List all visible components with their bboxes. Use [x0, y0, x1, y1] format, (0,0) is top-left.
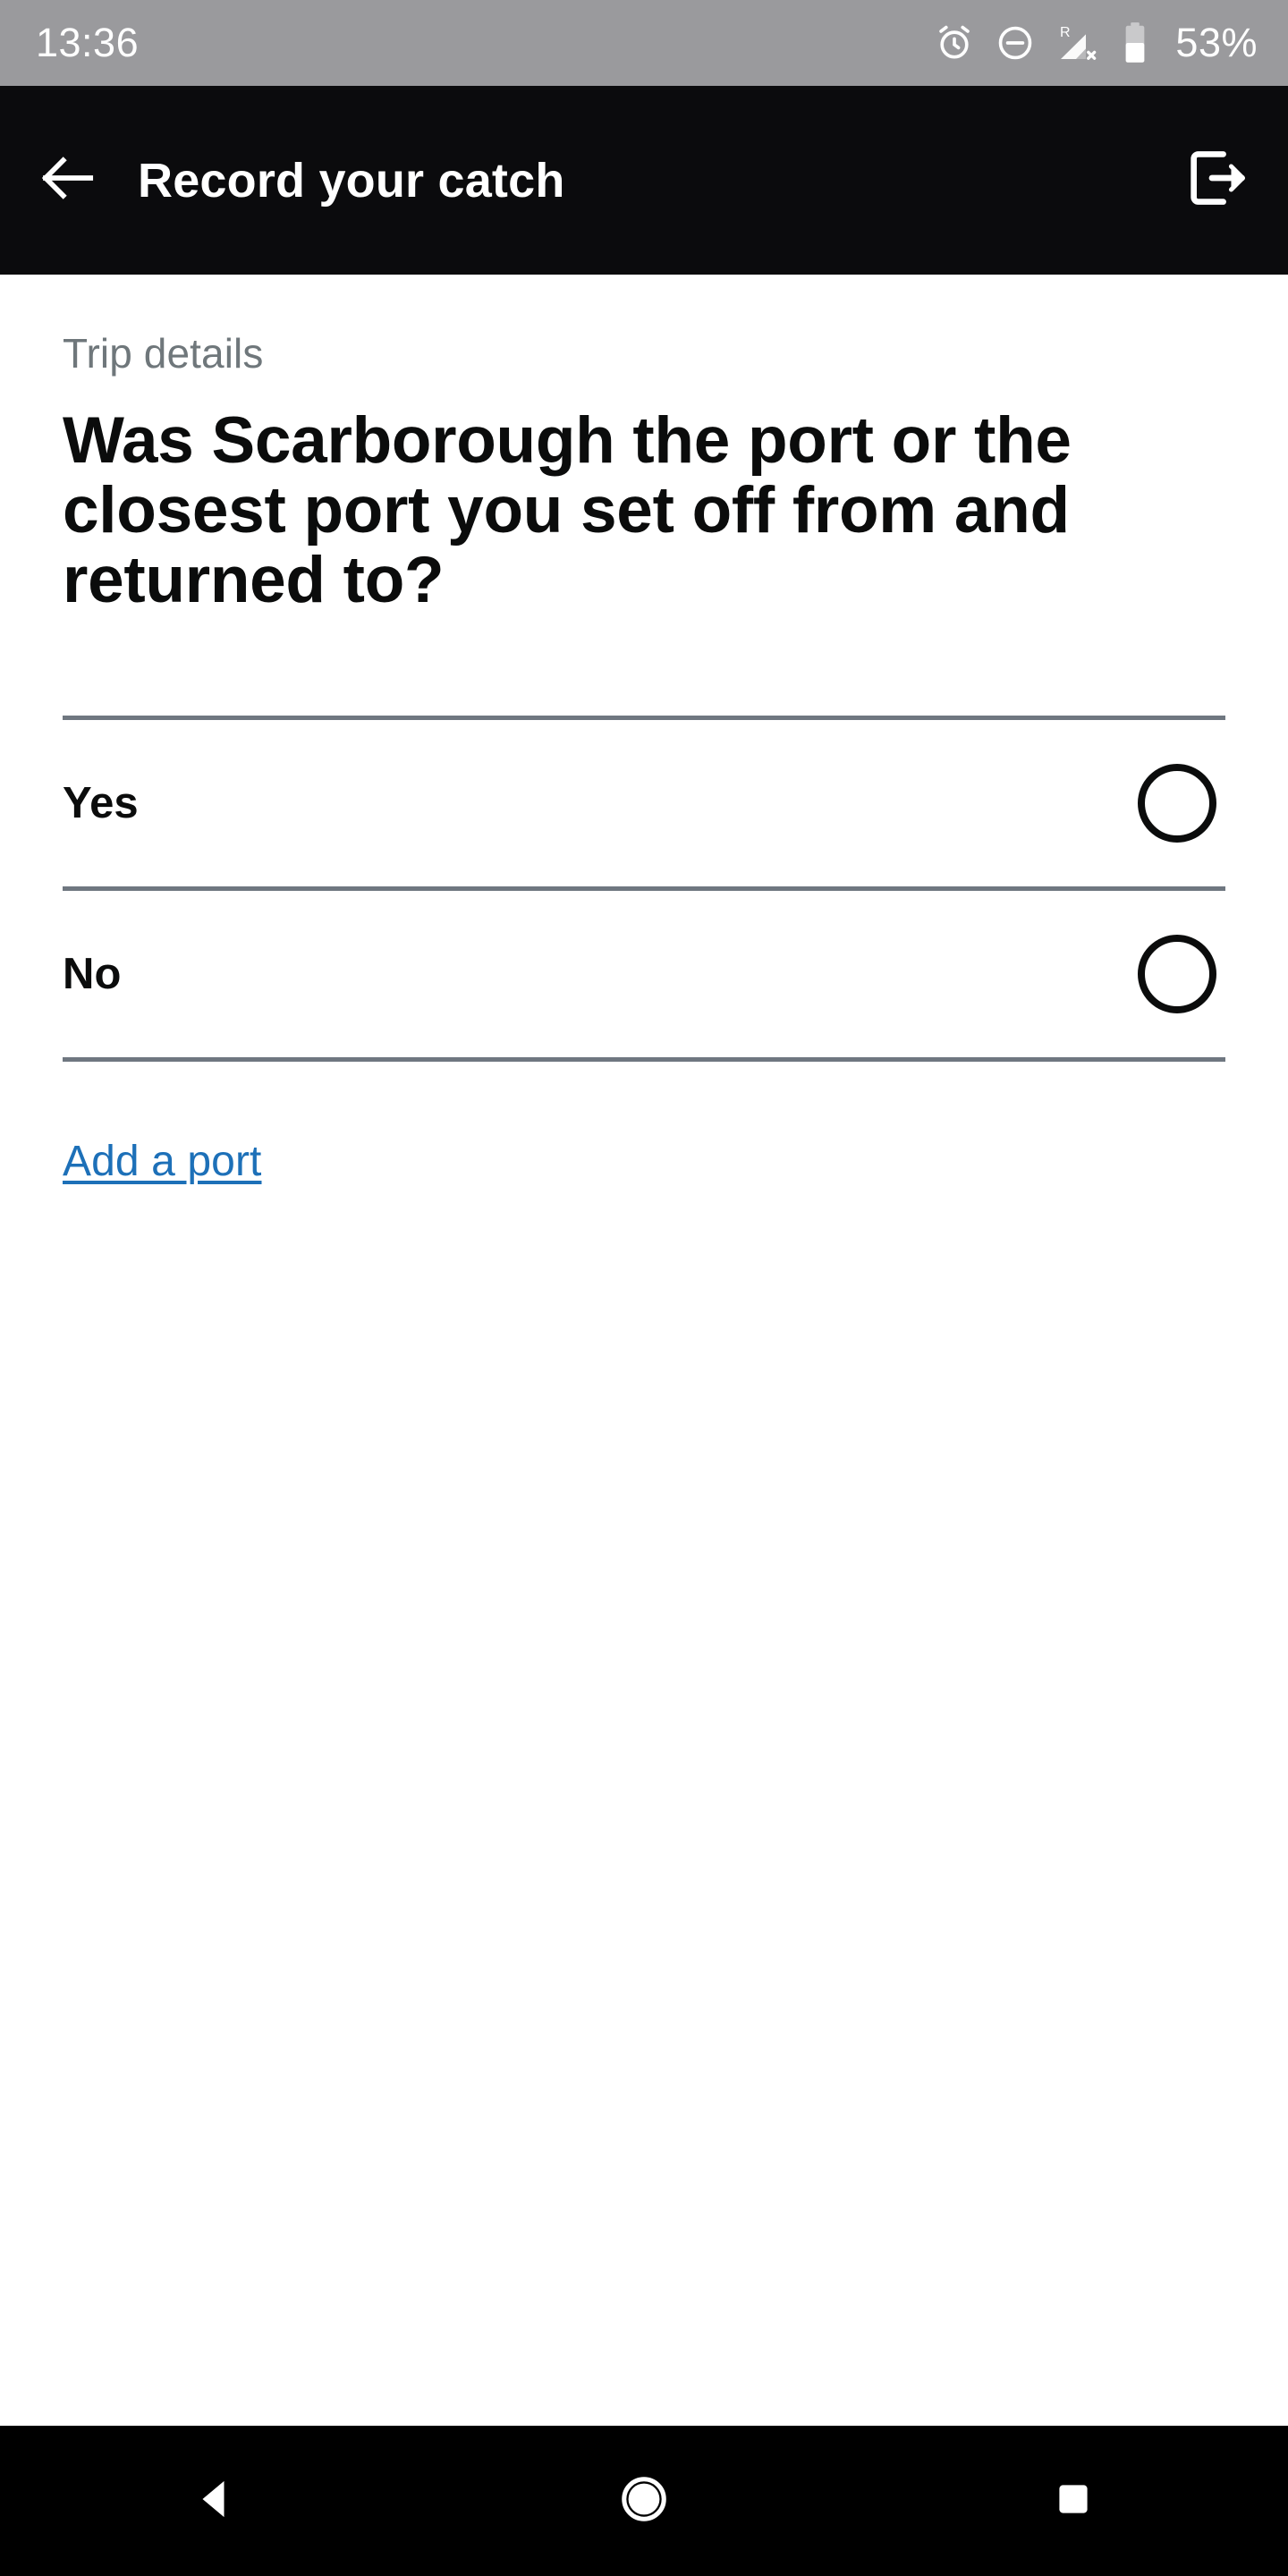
radio-option-no[interactable]: No	[63, 891, 1225, 1057]
nav-home-button[interactable]	[555, 2426, 733, 2576]
back-arrow-icon	[34, 145, 100, 216]
add-port-wrapper: Add a port	[63, 1137, 1225, 1186]
status-bar: 13:36 R 53%	[0, 0, 1288, 86]
radio-option-yes[interactable]: Yes	[63, 720, 1225, 886]
question-heading: Was Scarborough the port or the closest …	[63, 403, 1072, 617]
battery-percent-label: 53%	[1175, 20, 1258, 65]
home-circle-icon	[618, 2473, 670, 2529]
status-clock: 13:36	[36, 20, 140, 65]
add-port-link[interactable]: Add a port	[63, 1137, 261, 1186]
sign-out-button[interactable]	[1145, 86, 1288, 275]
battery-icon	[1122, 21, 1148, 64]
back-triangle-icon	[190, 2474, 240, 2529]
section-caption: Trip details	[63, 330, 264, 377]
phone-screen: 13:36 R 53% Record your catch Trip detai…	[0, 0, 1288, 2576]
divider-bottom	[63, 1057, 1225, 1063]
nav-recents-button[interactable]	[984, 2426, 1163, 2576]
recents-square-icon	[1052, 2478, 1095, 2525]
nav-back-button[interactable]	[125, 2426, 304, 2576]
alarm-icon	[934, 22, 975, 64]
android-nav-bar	[0, 2426, 1288, 2576]
back-button[interactable]	[0, 86, 134, 275]
signal-roaming-no-service-icon: R	[1055, 21, 1102, 64]
radio-group: Yes No	[63, 716, 1225, 1063]
sign-out-icon	[1182, 144, 1250, 216]
radio-input-no[interactable]	[1138, 935, 1216, 1014]
main-content: Trip details Was Scarborough the port or…	[0, 275, 1288, 2426]
radio-label-yes: Yes	[63, 779, 139, 828]
page-title: Record your catch	[138, 153, 565, 208]
status-icons: R 53%	[934, 20, 1258, 66]
radio-input-yes[interactable]	[1138, 764, 1216, 843]
app-header: Record your catch	[0, 86, 1288, 275]
do-not-disturb-icon	[995, 22, 1036, 64]
radio-label-no: No	[63, 950, 122, 999]
svg-text:R: R	[1060, 25, 1071, 40]
